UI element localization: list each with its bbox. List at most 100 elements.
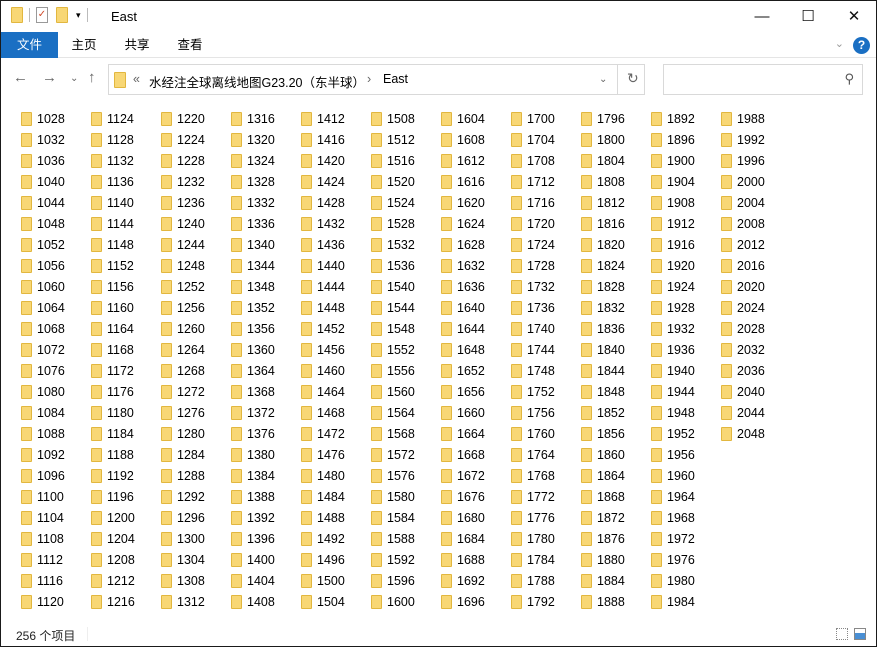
folder-item[interactable]: 1172 bbox=[91, 360, 161, 381]
folder-item[interactable]: 1112 bbox=[21, 549, 91, 570]
folder-item[interactable]: 1224 bbox=[161, 129, 231, 150]
folder-item[interactable]: 1472 bbox=[301, 423, 371, 444]
folder-item[interactable]: 1504 bbox=[301, 591, 371, 612]
folder-item[interactable]: 1856 bbox=[581, 423, 651, 444]
folder-item[interactable]: 1368 bbox=[231, 381, 301, 402]
folder-item[interactable]: 1940 bbox=[651, 360, 721, 381]
folder-item[interactable]: 1372 bbox=[231, 402, 301, 423]
folder-item[interactable]: 1096 bbox=[21, 465, 91, 486]
folder-item[interactable]: 1988 bbox=[721, 108, 791, 129]
folder-item[interactable]: 1976 bbox=[651, 549, 721, 570]
folder-item[interactable]: 1252 bbox=[161, 276, 231, 297]
folder-item[interactable]: 1640 bbox=[441, 297, 511, 318]
folder-item[interactable]: 1440 bbox=[301, 255, 371, 276]
folder-item[interactable]: 1848 bbox=[581, 381, 651, 402]
folder-item[interactable]: 1452 bbox=[301, 318, 371, 339]
folder-item[interactable]: 1072 bbox=[21, 339, 91, 360]
search-input[interactable]: ⚲ bbox=[663, 64, 863, 95]
folder-item[interactable]: 1400 bbox=[231, 549, 301, 570]
folder-item[interactable]: 1104 bbox=[21, 507, 91, 528]
folder-item[interactable]: 1860 bbox=[581, 444, 651, 465]
folder-item[interactable]: 1908 bbox=[651, 192, 721, 213]
folder-item[interactable]: 1204 bbox=[91, 528, 161, 549]
breadcrumb-overflow[interactable]: « bbox=[133, 72, 140, 86]
folder-item[interactable]: 1528 bbox=[371, 213, 441, 234]
folder-item[interactable]: 1124 bbox=[91, 108, 161, 129]
folder-item[interactable]: 1604 bbox=[441, 108, 511, 129]
folder-item[interactable]: 1556 bbox=[371, 360, 441, 381]
folder-item[interactable]: 1888 bbox=[581, 591, 651, 612]
folder-item[interactable]: 1284 bbox=[161, 444, 231, 465]
properties-icon[interactable]: ✓ bbox=[36, 7, 48, 23]
folder-item[interactable]: 1552 bbox=[371, 339, 441, 360]
folder-item[interactable]: 1308 bbox=[161, 570, 231, 591]
folder-item[interactable]: 1388 bbox=[231, 486, 301, 507]
folder-item[interactable]: 2032 bbox=[721, 339, 791, 360]
folder-item[interactable]: 1844 bbox=[581, 360, 651, 381]
folder-item[interactable]: 1164 bbox=[91, 318, 161, 339]
folder-item[interactable]: 2028 bbox=[721, 318, 791, 339]
folder-item[interactable]: 1852 bbox=[581, 402, 651, 423]
folder-item[interactable]: 1948 bbox=[651, 402, 721, 423]
folder-item[interactable]: 1280 bbox=[161, 423, 231, 444]
folder-item[interactable]: 1692 bbox=[441, 570, 511, 591]
folder-item[interactable]: 1412 bbox=[301, 108, 371, 129]
folder-item[interactable]: 1132 bbox=[91, 150, 161, 171]
folder-item[interactable]: 1736 bbox=[511, 297, 581, 318]
folder-item[interactable]: 1992 bbox=[721, 129, 791, 150]
folder-item[interactable]: 1704 bbox=[511, 129, 581, 150]
folder-item[interactable]: 1832 bbox=[581, 297, 651, 318]
folder-item[interactable]: 1828 bbox=[581, 276, 651, 297]
folder-item[interactable]: 1064 bbox=[21, 297, 91, 318]
folder-item[interactable]: 1576 bbox=[371, 465, 441, 486]
close-button[interactable]: ✕ bbox=[831, 1, 877, 31]
folder-item[interactable]: 1796 bbox=[581, 108, 651, 129]
folder-item[interactable]: 1728 bbox=[511, 255, 581, 276]
folder-item[interactable]: 1812 bbox=[581, 192, 651, 213]
folder-item[interactable]: 1068 bbox=[21, 318, 91, 339]
folder-item[interactable]: 1108 bbox=[21, 528, 91, 549]
folder-item[interactable]: 1464 bbox=[301, 381, 371, 402]
folder-item[interactable]: 1408 bbox=[231, 591, 301, 612]
folder-item[interactable]: 1084 bbox=[21, 402, 91, 423]
folder-item[interactable]: 1600 bbox=[371, 591, 441, 612]
minimize-button[interactable]: — bbox=[739, 1, 785, 31]
folder-item[interactable]: 1216 bbox=[91, 591, 161, 612]
folder-item[interactable]: 1840 bbox=[581, 339, 651, 360]
folder-item[interactable]: 1448 bbox=[301, 297, 371, 318]
folder-item[interactable]: 1912 bbox=[651, 213, 721, 234]
folder-item[interactable]: 1176 bbox=[91, 381, 161, 402]
folder-item[interactable]: 1680 bbox=[441, 507, 511, 528]
folder-item[interactable]: 1420 bbox=[301, 150, 371, 171]
folder-item[interactable]: 1432 bbox=[301, 213, 371, 234]
folder-item[interactable]: 1684 bbox=[441, 528, 511, 549]
folder-item[interactable]: 1896 bbox=[651, 129, 721, 150]
folder-item[interactable]: 1980 bbox=[651, 570, 721, 591]
folder-item[interactable]: 1136 bbox=[91, 171, 161, 192]
folder-item[interactable]: 1188 bbox=[91, 444, 161, 465]
folder-item[interactable]: 1092 bbox=[21, 444, 91, 465]
folder-item[interactable]: 1056 bbox=[21, 255, 91, 276]
breadcrumb-separator[interactable]: › bbox=[367, 72, 371, 86]
folder-item[interactable]: 1708 bbox=[511, 150, 581, 171]
folder-item[interactable]: 1712 bbox=[511, 171, 581, 192]
folder-item[interactable]: 1596 bbox=[371, 570, 441, 591]
folder-item[interactable]: 1488 bbox=[301, 507, 371, 528]
folder-item[interactable]: 1332 bbox=[231, 192, 301, 213]
address-bar[interactable]: « 水经注全球离线地图G23.20（东半球） › East ⌄ ↻ bbox=[108, 64, 645, 95]
folder-item[interactable]: 1588 bbox=[371, 528, 441, 549]
up-icon[interactable]: ↑ bbox=[88, 69, 96, 86]
folder-item[interactable]: 1292 bbox=[161, 486, 231, 507]
folder-item[interactable]: 1444 bbox=[301, 276, 371, 297]
forward-icon[interactable]: → bbox=[42, 69, 57, 86]
folder-item[interactable]: 1868 bbox=[581, 486, 651, 507]
folder-item[interactable]: 1632 bbox=[441, 255, 511, 276]
folder-item[interactable]: 1804 bbox=[581, 150, 651, 171]
tab-share[interactable]: 共享 bbox=[115, 32, 159, 58]
folder-item[interactable]: 1808 bbox=[581, 171, 651, 192]
folder-item[interactable]: 1436 bbox=[301, 234, 371, 255]
folder-item[interactable]: 1500 bbox=[301, 570, 371, 591]
folder-item[interactable]: 1248 bbox=[161, 255, 231, 276]
folder-item[interactable]: 1956 bbox=[651, 444, 721, 465]
folder-item[interactable]: 1520 bbox=[371, 171, 441, 192]
